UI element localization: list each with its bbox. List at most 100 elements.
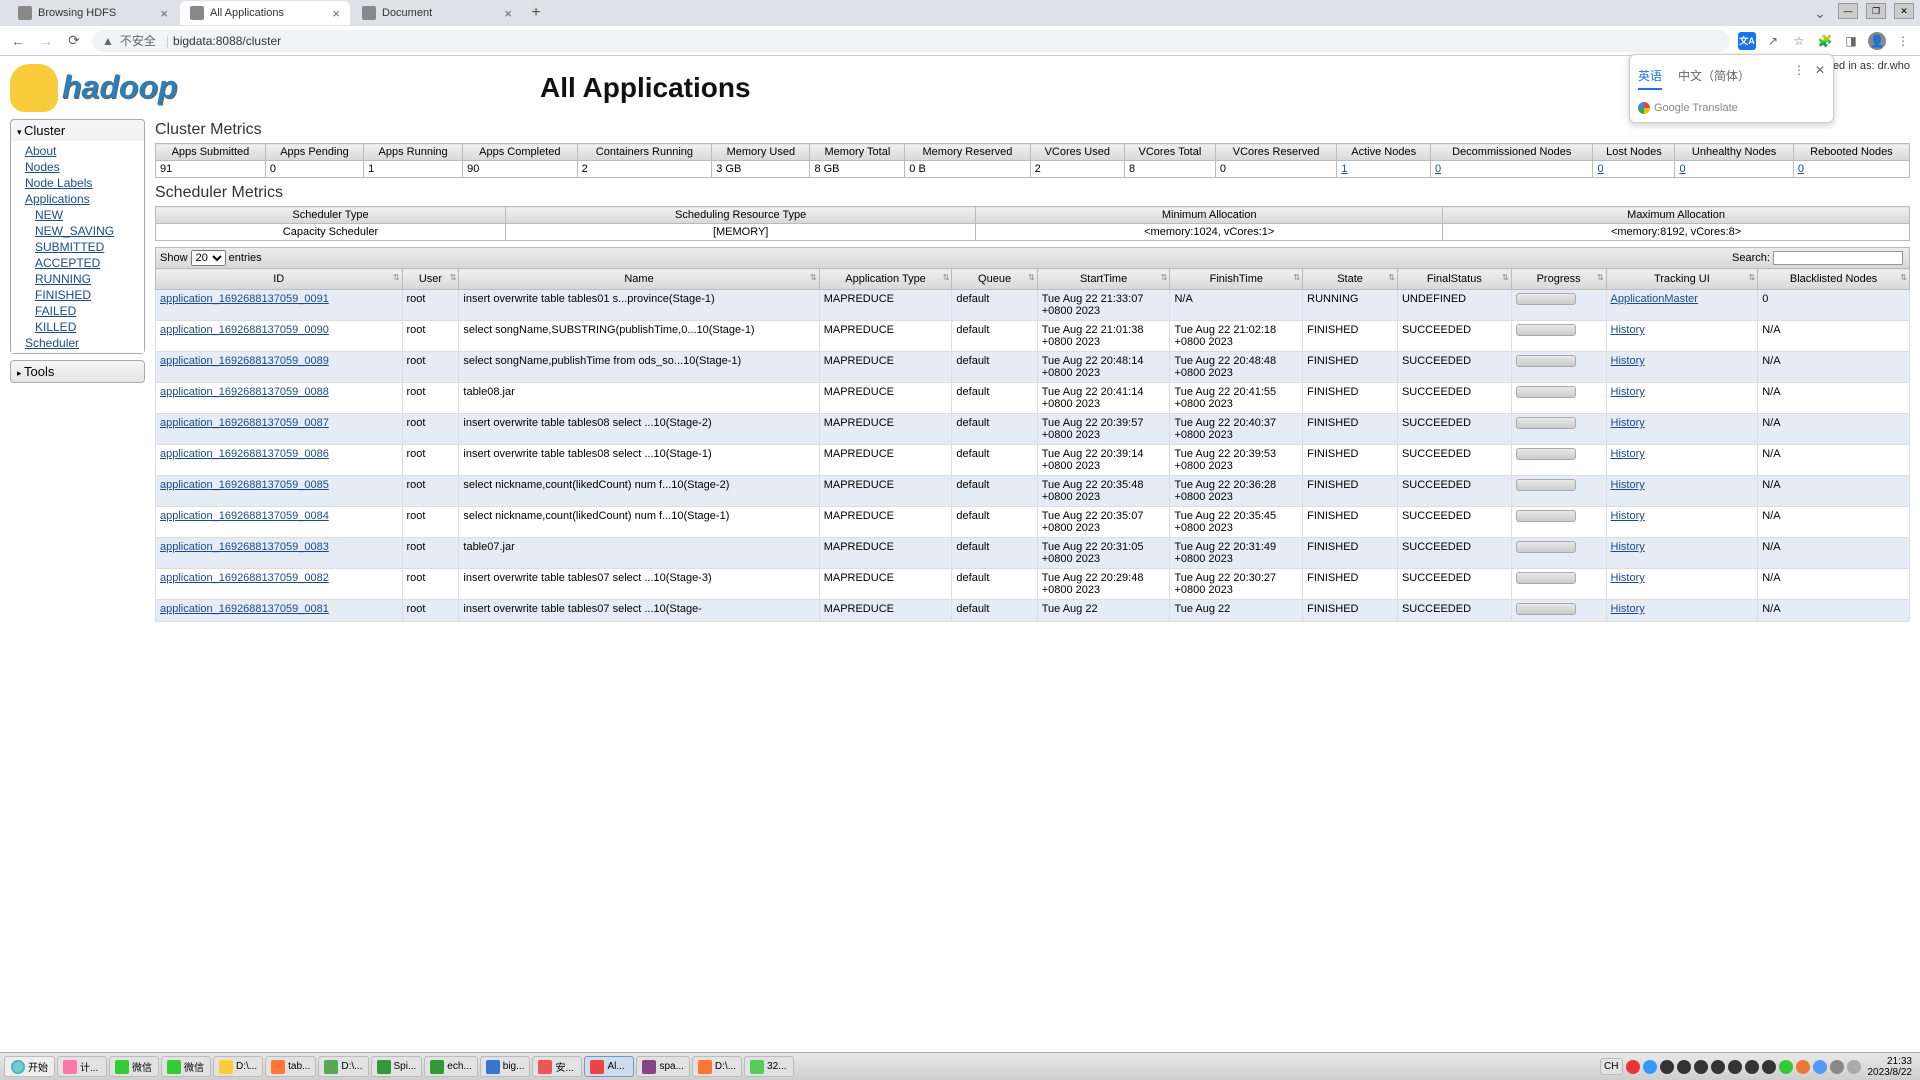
nav-cluster-head[interactable]: Cluster [11, 120, 144, 141]
nav-appstate-failed[interactable]: FAILED [11, 303, 144, 319]
tracking-link[interactable]: History [1611, 386, 1645, 398]
share-icon[interactable]: ↗ [1764, 32, 1782, 50]
tray-icon[interactable] [1626, 1060, 1640, 1074]
tracking-link[interactable]: History [1611, 324, 1645, 336]
tracking-link[interactable]: History [1611, 603, 1645, 615]
app-id-link[interactable]: application_1692688137059_0081 [160, 603, 329, 615]
tray-icon[interactable] [1643, 1060, 1657, 1074]
app-id-link[interactable]: application_1692688137059_0082 [160, 572, 329, 584]
app-id-link[interactable]: application_1692688137059_0086 [160, 448, 329, 460]
minimize-button[interactable]: — [1838, 3, 1858, 19]
translate-more-icon[interactable]: ⋮ [1793, 63, 1805, 77]
taskbar-item[interactable]: 安... [532, 1056, 582, 1077]
tray-icon[interactable] [1847, 1060, 1861, 1074]
tab-close-icon[interactable]: × [160, 6, 168, 21]
nav-appstate-accepted[interactable]: ACCEPTED [11, 255, 144, 271]
sidepanel-icon[interactable]: ◨ [1842, 32, 1860, 50]
tab-close-icon[interactable]: × [332, 6, 340, 21]
apps-column-header[interactable]: User⇅ [402, 269, 459, 290]
back-button[interactable]: ← [8, 31, 28, 51]
hadoop-logo[interactable]: hadoop [10, 60, 240, 115]
apps-column-header[interactable]: Name⇅ [459, 269, 819, 290]
new-tab-button[interactable]: + [524, 4, 548, 22]
taskbar-item[interactable]: D:\... [692, 1056, 742, 1077]
apps-column-header[interactable]: Queue⇅ [952, 269, 1037, 290]
ime-indicator[interactable]: CH [1600, 1058, 1622, 1075]
taskbar-item[interactable]: big... [480, 1056, 531, 1077]
apps-column-header[interactable]: Tracking UI⇅ [1606, 269, 1758, 290]
app-id-link[interactable]: application_1692688137059_0084 [160, 510, 329, 522]
tray-icon[interactable] [1677, 1060, 1691, 1074]
browser-tab[interactable]: Document× [352, 1, 522, 25]
app-id-link[interactable]: application_1692688137059_0091 [160, 293, 329, 305]
taskbar-item[interactable]: D:\... [213, 1056, 263, 1077]
apps-column-header[interactable]: Progress⇅ [1511, 269, 1606, 290]
tray-icon[interactable] [1762, 1060, 1776, 1074]
translate-icon[interactable]: 文A [1738, 32, 1756, 50]
taskbar-item[interactable]: Spi... [371, 1056, 423, 1077]
nav-link-about[interactable]: About [11, 143, 144, 159]
tracking-link[interactable]: History [1611, 572, 1645, 584]
tray-icon[interactable] [1745, 1060, 1759, 1074]
taskbar-item[interactable]: 微信 [109, 1056, 159, 1077]
taskbar-item[interactable]: tab... [265, 1056, 316, 1077]
taskbar-item[interactable]: Al... [584, 1056, 634, 1077]
tray-icon[interactable] [1711, 1060, 1725, 1074]
nav-appstate-finished[interactable]: FINISHED [11, 287, 144, 303]
tracking-link[interactable]: History [1611, 448, 1645, 460]
search-input[interactable] [1773, 251, 1903, 265]
start-button[interactable]: 开始 [4, 1056, 55, 1077]
apps-column-header[interactable]: Application Type⇅ [819, 269, 952, 290]
taskbar-item[interactable]: 微信 [161, 1056, 211, 1077]
taskbar-item[interactable]: 计... [57, 1056, 107, 1077]
app-id-link[interactable]: application_1692688137059_0088 [160, 386, 329, 398]
tray-icon[interactable] [1830, 1060, 1844, 1074]
metrics-link[interactable]: 0 [1435, 163, 1441, 175]
forward-button[interactable]: → [36, 31, 56, 51]
taskbar-item[interactable]: D:\... [318, 1056, 368, 1077]
close-window-button[interactable]: ✕ [1894, 3, 1914, 19]
nav-tools-head[interactable]: Tools [11, 361, 144, 382]
app-id-link[interactable]: application_1692688137059_0087 [160, 417, 329, 429]
taskbar-item[interactable]: 32... [744, 1056, 794, 1077]
metrics-link[interactable]: 1 [1341, 163, 1347, 175]
url-input[interactable]: ▲ 不安全 | bigdata:8088/cluster [92, 30, 1730, 52]
apps-column-header[interactable]: ID⇅ [156, 269, 403, 290]
translate-close-icon[interactable]: ✕ [1815, 63, 1825, 77]
translate-tab-chinese[interactable]: 中文（简体） [1678, 63, 1750, 90]
taskbar-clock[interactable]: 21:33 2023/8/22 [1864, 1056, 1917, 1078]
tracking-link[interactable]: History [1611, 355, 1645, 367]
restore-button[interactable]: ❐ [1866, 3, 1886, 19]
nav-appstate-killed[interactable]: KILLED [11, 319, 144, 335]
nav-link-applications[interactable]: Applications [11, 191, 144, 207]
tray-icon[interactable] [1728, 1060, 1742, 1074]
tab-close-icon[interactable]: × [504, 6, 512, 21]
apps-column-header[interactable]: StartTime⇅ [1037, 269, 1170, 290]
bookmark-icon[interactable]: ☆ [1790, 32, 1808, 50]
tracking-link[interactable]: History [1611, 510, 1645, 522]
tray-icon[interactable] [1779, 1060, 1793, 1074]
nav-appstate-new[interactable]: NEW [11, 207, 144, 223]
reload-button[interactable]: ⟳ [64, 31, 84, 51]
metrics-link[interactable]: 0 [1798, 163, 1804, 175]
metrics-link[interactable]: 0 [1597, 163, 1603, 175]
apps-column-header[interactable]: FinishTime⇅ [1170, 269, 1303, 290]
nav-link-nodes[interactable]: Nodes [11, 159, 144, 175]
tray-icon[interactable] [1796, 1060, 1810, 1074]
extensions-icon[interactable]: 🧩 [1816, 32, 1834, 50]
nav-link-node-labels[interactable]: Node Labels [11, 175, 144, 191]
apps-column-header[interactable]: State⇅ [1303, 269, 1398, 290]
apps-column-header[interactable]: FinalStatus⇅ [1397, 269, 1511, 290]
app-id-link[interactable]: application_1692688137059_0083 [160, 541, 329, 553]
app-id-link[interactable]: application_1692688137059_0090 [160, 324, 329, 336]
nav-appstate-new_saving[interactable]: NEW_SAVING [11, 223, 144, 239]
nav-appstate-submitted[interactable]: SUBMITTED [11, 239, 144, 255]
nav-appstate-running[interactable]: RUNNING [11, 271, 144, 287]
page-size-select[interactable]: 20 [191, 250, 226, 266]
taskbar-item[interactable]: ech... [424, 1056, 477, 1077]
browser-tab[interactable]: All Applications× [180, 1, 350, 25]
app-id-link[interactable]: application_1692688137059_0089 [160, 355, 329, 367]
tab-overflow-icon[interactable]: ⌄ [1810, 3, 1830, 23]
taskbar-item[interactable]: spa... [636, 1056, 689, 1077]
profile-icon[interactable]: 👤 [1868, 32, 1886, 50]
